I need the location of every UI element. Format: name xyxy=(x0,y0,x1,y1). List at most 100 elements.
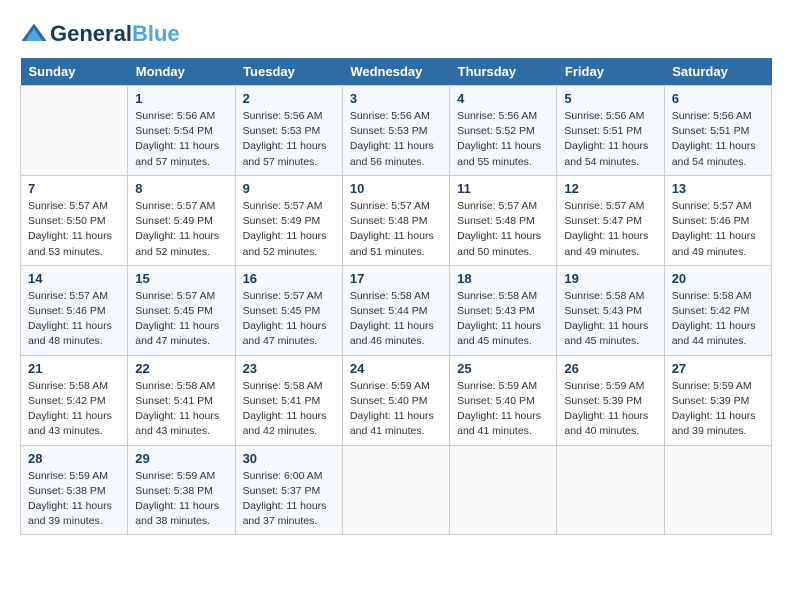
logo: GeneralBlue xyxy=(20,20,180,48)
day-number: 4 xyxy=(457,91,549,106)
day-number: 12 xyxy=(564,181,656,196)
day-info: Sunrise: 5:57 AM Sunset: 5:48 PM Dayligh… xyxy=(457,199,549,260)
calendar-cell xyxy=(664,445,771,535)
day-number: 6 xyxy=(672,91,764,106)
column-header-wednesday: Wednesday xyxy=(342,58,449,86)
calendar-cell: 23 Sunrise: 5:58 AM Sunset: 5:41 PM Dayli… xyxy=(235,355,342,445)
calendar-cell: 18 Sunrise: 5:58 AM Sunset: 5:43 PM Dayli… xyxy=(450,265,557,355)
day-info: Sunrise: 5:56 AM Sunset: 5:51 PM Dayligh… xyxy=(564,109,656,170)
column-header-tuesday: Tuesday xyxy=(235,58,342,86)
calendar-cell: 28Sunrise: 5:59 AM Sunset: 5:38 PM Dayli… xyxy=(21,445,128,535)
day-info: Sunrise: 5:59 AM Sunset: 5:40 PM Dayligh… xyxy=(350,379,442,440)
logo-text: GeneralBlue xyxy=(50,22,180,46)
day-number: 20 xyxy=(672,271,764,286)
day-info: Sunrise: 5:58 AM Sunset: 5:42 PM Dayligh… xyxy=(28,379,120,440)
day-number: 10 xyxy=(350,181,442,196)
calendar-week-2: 7 Sunrise: 5:57 AM Sunset: 5:50 PM Daylig… xyxy=(21,175,772,265)
calendar-cell: 29 Sunrise: 5:59 AM Sunset: 5:38 PM Dayli… xyxy=(128,445,235,535)
calendar-table: SundayMondayTuesdayWednesdayThursdayFrid… xyxy=(20,58,772,535)
day-number: 17 xyxy=(350,271,442,286)
day-number: 3 xyxy=(350,91,442,106)
day-info: Sunrise: 5:56 AM Sunset: 5:53 PM Dayligh… xyxy=(350,109,442,170)
calendar-week-3: 14 Sunrise: 5:57 AM Sunset: 5:46 PM Dayli… xyxy=(21,265,772,355)
day-number: 19 xyxy=(564,271,656,286)
calendar-cell: 8 Sunrise: 5:57 AM Sunset: 5:49 PM Daylig… xyxy=(128,175,235,265)
day-info: Sunrise: 5:56 AM Sunset: 5:51 PM Dayligh… xyxy=(672,109,764,170)
calendar-cell: 21Sunrise: 5:58 AM Sunset: 5:42 PM Dayli… xyxy=(21,355,128,445)
calendar-cell: 20 Sunrise: 5:58 AM Sunset: 5:42 PM Dayli… xyxy=(664,265,771,355)
calendar-cell: 16 Sunrise: 5:57 AM Sunset: 5:45 PM Dayli… xyxy=(235,265,342,355)
calendar-cell: 30 Sunrise: 6:00 AM Sunset: 5:37 PM Dayli… xyxy=(235,445,342,535)
day-info: Sunrise: 5:56 AM Sunset: 5:54 PM Dayligh… xyxy=(135,109,227,170)
calendar-cell: 2 Sunrise: 5:56 AM Sunset: 5:53 PM Daylig… xyxy=(235,86,342,176)
calendar-cell: 11 Sunrise: 5:57 AM Sunset: 5:48 PM Dayli… xyxy=(450,175,557,265)
calendar-cell: 7 Sunrise: 5:57 AM Sunset: 5:50 PM Daylig… xyxy=(21,175,128,265)
calendar-cell: 10 Sunrise: 5:57 AM Sunset: 5:48 PM Dayli… xyxy=(342,175,449,265)
calendar-cell: 27Sunrise: 5:59 AM Sunset: 5:39 PM Dayli… xyxy=(664,355,771,445)
day-info: Sunrise: 5:56 AM Sunset: 5:52 PM Dayligh… xyxy=(457,109,549,170)
day-info: Sunrise: 5:58 AM Sunset: 5:43 PM Dayligh… xyxy=(457,289,549,350)
calendar-cell: 14 Sunrise: 5:57 AM Sunset: 5:46 PM Dayli… xyxy=(21,265,128,355)
day-number: 24 xyxy=(350,361,442,376)
calendar-cell: 6 Sunrise: 5:56 AM Sunset: 5:51 PM Daylig… xyxy=(664,86,771,176)
logo-icon xyxy=(20,20,48,48)
calendar-cell: 1 Sunrise: 5:56 AM Sunset: 5:54 PM Daylig… xyxy=(128,86,235,176)
calendar-cell: 3 Sunrise: 5:56 AM Sunset: 5:53 PM Daylig… xyxy=(342,86,449,176)
day-info: Sunrise: 5:58 AM Sunset: 5:42 PM Dayligh… xyxy=(672,289,764,350)
day-number: 26 xyxy=(564,361,656,376)
day-info: Sunrise: 5:56 AM Sunset: 5:53 PM Dayligh… xyxy=(243,109,335,170)
day-info: Sunrise: 5:57 AM Sunset: 5:47 PM Dayligh… xyxy=(564,199,656,260)
day-info: Sunrise: 5:59 AM Sunset: 5:39 PM Dayligh… xyxy=(564,379,656,440)
day-info: Sunrise: 5:57 AM Sunset: 5:50 PM Dayligh… xyxy=(28,199,120,260)
day-number: 1 xyxy=(135,91,227,106)
day-number: 2 xyxy=(243,91,335,106)
column-header-friday: Friday xyxy=(557,58,664,86)
day-number: 15 xyxy=(135,271,227,286)
day-number: 18 xyxy=(457,271,549,286)
day-info: Sunrise: 5:57 AM Sunset: 5:45 PM Dayligh… xyxy=(243,289,335,350)
day-number: 14 xyxy=(28,271,120,286)
column-header-monday: Monday xyxy=(128,58,235,86)
day-info: Sunrise: 5:57 AM Sunset: 5:48 PM Dayligh… xyxy=(350,199,442,260)
calendar-cell: 19 Sunrise: 5:58 AM Sunset: 5:43 PM Dayli… xyxy=(557,265,664,355)
day-number: 30 xyxy=(243,451,335,466)
day-number: 28 xyxy=(28,451,120,466)
day-info: Sunrise: 5:58 AM Sunset: 5:44 PM Dayligh… xyxy=(350,289,442,350)
day-info: Sunrise: 5:58 AM Sunset: 5:43 PM Dayligh… xyxy=(564,289,656,350)
calendar-cell: 12 Sunrise: 5:57 AM Sunset: 5:47 PM Dayli… xyxy=(557,175,664,265)
day-number: 8 xyxy=(135,181,227,196)
day-info: Sunrise: 5:57 AM Sunset: 5:46 PM Dayligh… xyxy=(28,289,120,350)
calendar-cell xyxy=(21,86,128,176)
day-number: 7 xyxy=(28,181,120,196)
day-info: Sunrise: 5:59 AM Sunset: 5:38 PM Dayligh… xyxy=(135,469,227,530)
calendar-cell: 4 Sunrise: 5:56 AM Sunset: 5:52 PM Daylig… xyxy=(450,86,557,176)
calendar-cell: 17 Sunrise: 5:58 AM Sunset: 5:44 PM Dayli… xyxy=(342,265,449,355)
day-number: 13 xyxy=(672,181,764,196)
calendar-cell xyxy=(557,445,664,535)
calendar-cell: 22Sunrise: 5:58 AM Sunset: 5:41 PM Dayli… xyxy=(128,355,235,445)
calendar-cell xyxy=(342,445,449,535)
page-header: GeneralBlue xyxy=(20,20,772,48)
day-info: Sunrise: 5:58 AM Sunset: 5:41 PM Dayligh… xyxy=(243,379,335,440)
day-info: Sunrise: 5:58 AM Sunset: 5:41 PM Dayligh… xyxy=(135,379,227,440)
day-info: Sunrise: 5:57 AM Sunset: 5:46 PM Dayligh… xyxy=(672,199,764,260)
day-number: 23 xyxy=(243,361,335,376)
day-info: Sunrise: 5:59 AM Sunset: 5:39 PM Dayligh… xyxy=(672,379,764,440)
day-info: Sunrise: 5:57 AM Sunset: 5:45 PM Dayligh… xyxy=(135,289,227,350)
day-number: 16 xyxy=(243,271,335,286)
column-header-thursday: Thursday xyxy=(450,58,557,86)
day-info: Sunrise: 5:57 AM Sunset: 5:49 PM Dayligh… xyxy=(135,199,227,260)
day-number: 11 xyxy=(457,181,549,196)
logo-blue: Blue xyxy=(132,21,180,46)
calendar-cell xyxy=(450,445,557,535)
column-header-saturday: Saturday xyxy=(664,58,771,86)
day-number: 9 xyxy=(243,181,335,196)
calendar-cell: 13 Sunrise: 5:57 AM Sunset: 5:46 PM Dayli… xyxy=(664,175,771,265)
day-number: 5 xyxy=(564,91,656,106)
calendar-header-row: SundayMondayTuesdayWednesdayThursdayFrid… xyxy=(21,58,772,86)
calendar-week-4: 21Sunrise: 5:58 AM Sunset: 5:42 PM Dayli… xyxy=(21,355,772,445)
calendar-cell: 9Sunrise: 5:57 AM Sunset: 5:49 PM Daylig… xyxy=(235,175,342,265)
day-number: 29 xyxy=(135,451,227,466)
calendar-cell: 26 Sunrise: 5:59 AM Sunset: 5:39 PM Dayli… xyxy=(557,355,664,445)
day-info: Sunrise: 6:00 AM Sunset: 5:37 PM Dayligh… xyxy=(243,469,335,530)
